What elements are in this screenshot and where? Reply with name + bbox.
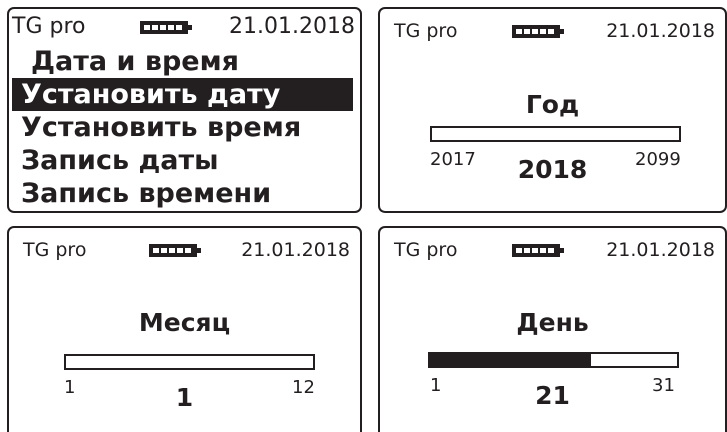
battery-icon <box>512 25 564 38</box>
slider-max-label: 12 <box>292 377 315 398</box>
day-setting-screen: TG pro 21.01.2018 День 1 21 31 <box>378 226 727 432</box>
menu-header: Дата и время <box>31 46 239 77</box>
app-name: TG pro <box>394 20 458 42</box>
day-slider[interactable] <box>428 352 679 368</box>
setting-title: День <box>516 308 589 337</box>
status-date: 21.01.2018 <box>606 20 715 42</box>
slider-max-label: 2099 <box>635 149 681 170</box>
app-name: TG pro <box>394 239 458 261</box>
year-setting-screen: TG pro 21.01.2018 Год 2017 2018 2099 <box>378 7 727 213</box>
battery-icon <box>512 244 564 257</box>
menu-item-set-time[interactable]: Установить время <box>9 111 360 144</box>
status-date: 21.01.2018 <box>606 239 715 261</box>
menu-item-write-time[interactable]: Запись времени <box>9 177 360 210</box>
app-name: TG pro <box>23 239 87 261</box>
status-bar: TG pro 21.01.2018 <box>9 228 360 274</box>
setting-title: Месяц <box>138 308 231 337</box>
setting-title: Год <box>525 90 580 119</box>
status-bar: TG pro 21.01.2018 <box>380 9 725 55</box>
status-date: 21.01.2018 <box>241 239 350 261</box>
slider-max-label: 31 <box>652 375 675 396</box>
app-name: TG pro <box>12 14 86 39</box>
menu-item-write-date[interactable]: Запись даты <box>9 144 360 177</box>
month-slider[interactable] <box>64 354 315 370</box>
status-bar: TG pro 21.01.2018 <box>380 228 725 274</box>
menu-item-set-date[interactable]: Установить дату <box>12 78 353 111</box>
battery-icon <box>140 21 192 34</box>
slider-fill <box>430 354 591 366</box>
status-date: 21.01.2018 <box>229 14 355 39</box>
year-slider[interactable] <box>430 126 681 142</box>
battery-icon <box>149 244 201 257</box>
month-setting-screen: TG pro 21.01.2018 Месяц 1 1 12 <box>7 226 362 432</box>
date-time-menu-screen: TG pro 21.01.2018 Дата и время Установит… <box>7 7 362 213</box>
menu-list: Дата и время Установить дату Установить … <box>9 45 360 210</box>
